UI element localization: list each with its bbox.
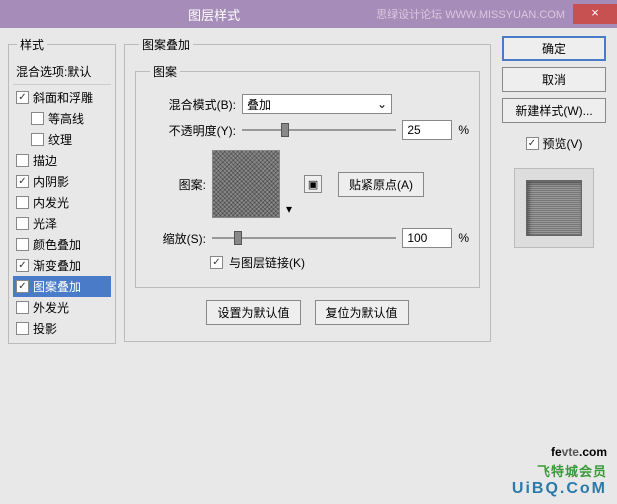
- pattern-label: 图案:: [146, 176, 206, 193]
- scale-label: 缩放(S):: [146, 230, 206, 247]
- new-pattern-icon[interactable]: ▣: [304, 175, 322, 193]
- style-item-11[interactable]: 投影: [13, 318, 111, 339]
- style-item-7[interactable]: 颜色叠加: [13, 234, 111, 255]
- blend-mode-select[interactable]: 叠加 ⌄: [242, 94, 392, 114]
- style-label: 内阴影: [33, 173, 69, 190]
- opacity-input[interactable]: [402, 120, 452, 140]
- style-checkbox[interactable]: [16, 322, 29, 335]
- styles-panel: 样式 混合选项:默认 斜面和浮雕等高线纹理描边内阴影内发光光泽颜色叠加渐变叠加图…: [8, 36, 116, 344]
- style-checkbox[interactable]: [31, 133, 44, 146]
- style-item-5[interactable]: 内发光: [13, 192, 111, 213]
- opacity-slider[interactable]: [242, 121, 396, 139]
- blend-mode-label: 混合模式(B):: [146, 96, 236, 113]
- pattern-sub-legend: 图案: [150, 63, 180, 80]
- style-checkbox[interactable]: [16, 259, 29, 272]
- style-label: 等高线: [48, 110, 84, 127]
- style-label: 斜面和浮雕: [33, 89, 93, 106]
- watermark: 思绿设计论坛 WWW.MISSYUAN.COM: [376, 6, 565, 22]
- pattern-group: 图案 混合模式(B): 叠加 ⌄ 不透明度(Y): % 图案:: [135, 63, 480, 288]
- close-button[interactable]: ×: [573, 4, 617, 24]
- style-checkbox[interactable]: [16, 301, 29, 314]
- preview-checkbox[interactable]: [526, 137, 539, 150]
- title-bar: 图层样式 思绿设计论坛 WWW.MISSYUAN.COM ×: [0, 0, 617, 28]
- preview-swatch: [526, 180, 582, 236]
- link-layer-checkbox[interactable]: [210, 256, 223, 269]
- logo-watermark: fevte.com 飞特城会员 UiBQ.CoM: [512, 440, 607, 498]
- style-checkbox[interactable]: [16, 217, 29, 230]
- styles-legend: 样式: [17, 36, 47, 53]
- style-item-4[interactable]: 内阴影: [13, 171, 111, 192]
- style-item-3[interactable]: 描边: [13, 150, 111, 171]
- window-title: 图层样式: [52, 5, 376, 24]
- style-label: 外发光: [33, 299, 69, 316]
- style-label: 渐变叠加: [33, 257, 81, 274]
- style-checkbox[interactable]: [16, 154, 29, 167]
- snap-origin-button[interactable]: 贴紧原点(A): [338, 172, 424, 197]
- opacity-label: 不透明度(Y):: [146, 122, 236, 139]
- style-label: 光泽: [33, 215, 57, 232]
- style-item-10[interactable]: 外发光: [13, 297, 111, 318]
- ok-button[interactable]: 确定: [502, 36, 606, 61]
- link-layer-label: 与图层链接(K): [229, 254, 305, 271]
- style-checkbox[interactable]: [16, 280, 29, 293]
- style-item-2[interactable]: 纹理: [13, 129, 111, 150]
- style-item-1[interactable]: 等高线: [13, 108, 111, 129]
- style-checkbox[interactable]: [16, 196, 29, 209]
- preview-box: [514, 168, 594, 248]
- new-style-button[interactable]: 新建样式(W)...: [502, 98, 606, 123]
- blend-defaults[interactable]: 混合选项:默认: [13, 61, 111, 85]
- style-label: 图案叠加: [33, 278, 81, 295]
- chevron-down-icon[interactable]: ▾: [286, 202, 292, 216]
- scale-slider[interactable]: [212, 229, 396, 247]
- style-item-9[interactable]: 图案叠加: [13, 276, 111, 297]
- style-label: 颜色叠加: [33, 236, 81, 253]
- pattern-swatch[interactable]: [212, 150, 280, 218]
- style-label: 纹理: [48, 131, 72, 148]
- chevron-down-icon: ⌄: [377, 97, 387, 111]
- center-legend: 图案叠加: [139, 36, 193, 53]
- preview-label: 预览(V): [543, 135, 583, 152]
- style-label: 描边: [33, 152, 57, 169]
- style-checkbox[interactable]: [31, 112, 44, 125]
- style-label: 投影: [33, 320, 57, 337]
- style-checkbox[interactable]: [16, 238, 29, 251]
- pattern-overlay-panel: 图案叠加 图案 混合模式(B): 叠加 ⌄ 不透明度(Y): %: [124, 36, 491, 342]
- style-label: 内发光: [33, 194, 69, 211]
- style-item-6[interactable]: 光泽: [13, 213, 111, 234]
- reset-default-button[interactable]: 复位为默认值: [315, 300, 409, 325]
- style-checkbox[interactable]: [16, 91, 29, 104]
- style-checkbox[interactable]: [16, 175, 29, 188]
- style-item-0[interactable]: 斜面和浮雕: [13, 87, 111, 108]
- style-item-8[interactable]: 渐变叠加: [13, 255, 111, 276]
- scale-input[interactable]: [402, 228, 452, 248]
- pct-label: %: [458, 123, 469, 137]
- cancel-button[interactable]: 取消: [502, 67, 606, 92]
- set-default-button[interactable]: 设置为默认值: [206, 300, 300, 325]
